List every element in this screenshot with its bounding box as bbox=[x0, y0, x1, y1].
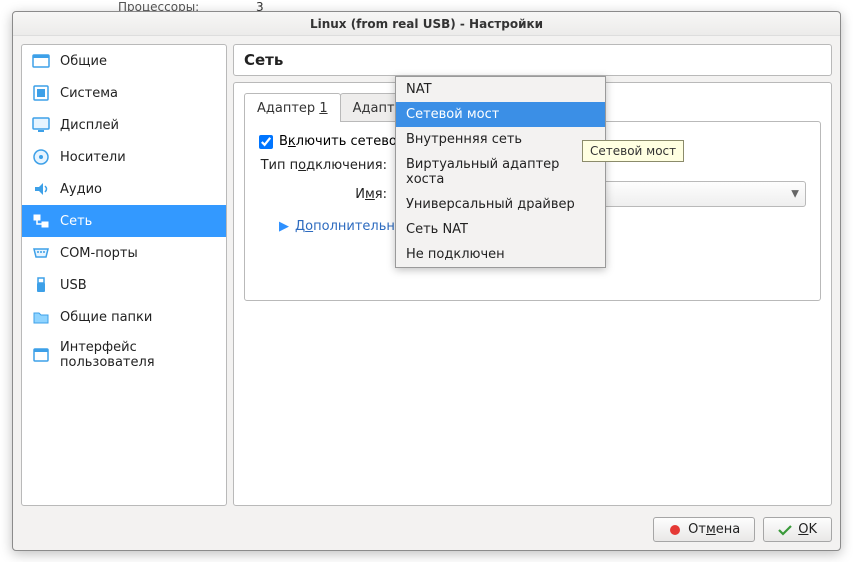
cancel-button-label: Отмена bbox=[688, 522, 740, 537]
chevron-down-icon: ▼ bbox=[791, 189, 799, 200]
ui-icon bbox=[32, 346, 50, 364]
dialog-footer: Отмена OK bbox=[13, 517, 832, 542]
tooltip: Сетевой мост bbox=[582, 140, 684, 162]
sidebar-item-ui[interactable]: Интерфейс пользователя bbox=[22, 333, 226, 377]
sidebar-item-network[interactable]: Сеть bbox=[22, 205, 226, 237]
sidebar-item-label: Дисплей bbox=[60, 118, 119, 133]
ok-button[interactable]: OK bbox=[763, 517, 832, 542]
sidebar-item-label: Аудио bbox=[60, 182, 102, 197]
sidebar-item-usb[interactable]: USB bbox=[22, 269, 226, 301]
ok-icon bbox=[778, 523, 792, 537]
sidebar-item-audio[interactable]: Аудио bbox=[22, 173, 226, 205]
dropdown-item-generic[interactable]: Универсальный драйвер bbox=[396, 192, 605, 217]
tab-adapter-1[interactable]: Адаптер 1 bbox=[244, 93, 341, 122]
title-bar: Linux (from real USB) - Настройки bbox=[13, 12, 840, 36]
advanced-label: Дополнительно bbox=[295, 219, 403, 234]
panel-title: Сеть bbox=[233, 44, 832, 76]
connection-type-label: Тип подключения: bbox=[259, 157, 387, 173]
storage-icon bbox=[32, 148, 50, 166]
sidebar-item-label: Общие папки bbox=[60, 310, 152, 325]
sidebar-item-system[interactable]: Система bbox=[22, 77, 226, 109]
sidebar-item-serial[interactable]: COM-порты bbox=[22, 237, 226, 269]
connection-type-dropdown[interactable]: NAT Сетевой мост Внутренняя сеть Виртуал… bbox=[395, 76, 606, 268]
enable-adapter-checkbox[interactable] bbox=[259, 135, 273, 149]
dropdown-item-bridge[interactable]: Сетевой мост bbox=[396, 102, 605, 127]
sidebar-item-display[interactable]: Дисплей bbox=[22, 109, 226, 141]
sidebar: Общие Система Дисплей Носители Аудио Сет… bbox=[21, 44, 227, 506]
sidebar-item-shared-folders[interactable]: Общие папки bbox=[22, 301, 226, 333]
display-icon bbox=[32, 116, 50, 134]
name-label: Имя: bbox=[259, 186, 387, 202]
sidebar-item-label: COM-порты bbox=[60, 246, 138, 261]
sidebar-item-label: Интерфейс пользователя bbox=[60, 340, 216, 370]
serial-icon bbox=[32, 244, 50, 262]
audio-icon bbox=[32, 180, 50, 198]
ok-button-label: OK bbox=[798, 522, 817, 537]
system-icon bbox=[32, 84, 50, 102]
dropdown-item-nat[interactable]: NAT bbox=[396, 77, 605, 102]
sidebar-item-label: Система bbox=[60, 86, 118, 101]
sidebar-item-label: Носители bbox=[60, 150, 126, 165]
sidebar-item-general[interactable]: Общие bbox=[22, 45, 226, 77]
dropdown-item-notattached[interactable]: Не подключен bbox=[396, 242, 605, 267]
sidebar-item-storage[interactable]: Носители bbox=[22, 141, 226, 173]
dropdown-item-hostonly[interactable]: Виртуальный адаптер хоста bbox=[396, 152, 605, 192]
cancel-button[interactable]: Отмена bbox=[653, 517, 755, 542]
network-icon bbox=[32, 212, 50, 230]
sidebar-item-label: USB bbox=[60, 278, 87, 293]
sidebar-item-label: Общие bbox=[60, 54, 107, 69]
dropdown-item-internal[interactable]: Внутренняя сеть bbox=[396, 127, 605, 152]
general-icon bbox=[32, 52, 50, 70]
usb-icon bbox=[32, 276, 50, 294]
sidebar-item-label: Сеть bbox=[60, 214, 92, 229]
expand-arrow-icon: ▶ bbox=[279, 219, 289, 234]
shared-folder-icon bbox=[32, 308, 50, 326]
dropdown-item-natnetwork[interactable]: Сеть NAT bbox=[396, 217, 605, 242]
cancel-icon bbox=[668, 523, 682, 537]
